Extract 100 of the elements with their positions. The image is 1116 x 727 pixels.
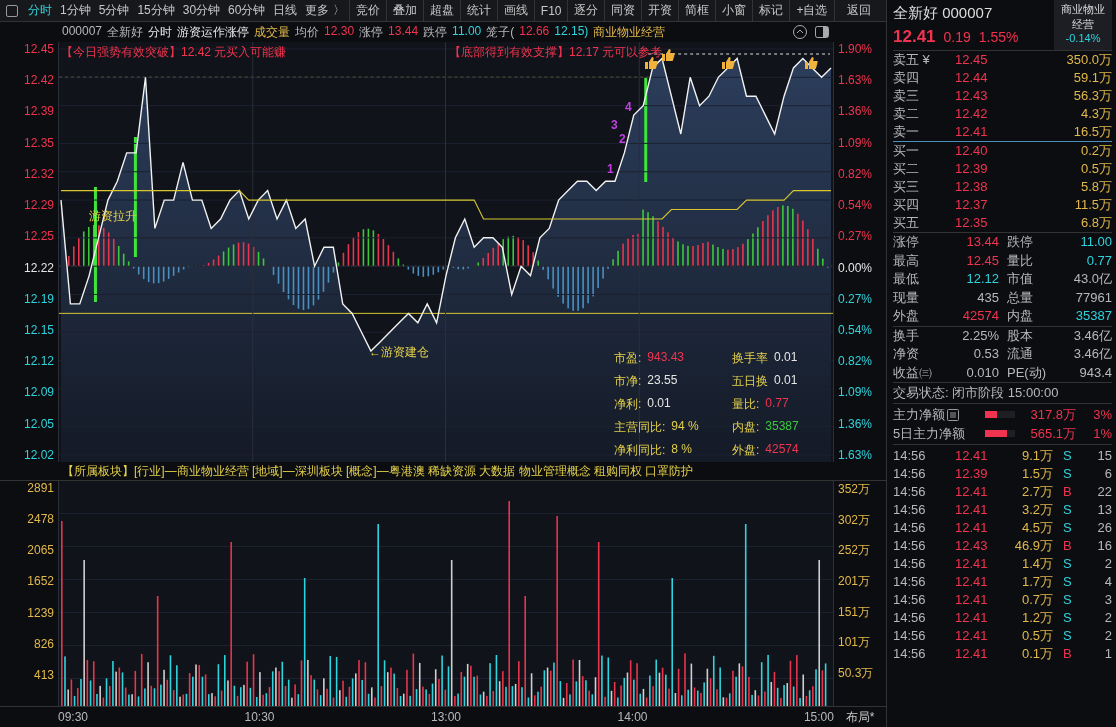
toolbar-button[interactable]: 标记 [752, 0, 790, 21]
stat-value: 11.00 [1079, 233, 1112, 251]
toolbar-button[interactable]: 画线 [496, 0, 534, 21]
toolbar-button[interactable]: +自选 [789, 0, 834, 21]
book-price: 12.40 [955, 142, 989, 160]
toolbar-button[interactable]: 逐分 [567, 0, 605, 21]
panel-toggle-icon[interactable] [6, 4, 18, 17]
trade-count: 4 [1103, 573, 1112, 591]
trade-time: 14:56 [893, 609, 927, 627]
percent-axis-label: 1.63% [838, 73, 873, 88]
book-price: 12.39 [955, 160, 989, 178]
trade-price: 12.41 [955, 573, 989, 591]
header-text: 涨停 [359, 23, 384, 41]
trade-side: S [1062, 519, 1073, 537]
info-label: 量比: [732, 396, 760, 413]
time-axis-label: 09:30 [58, 710, 89, 724]
toolbar-button[interactable]: 简框 [678, 0, 716, 21]
trade-count: 1 [1103, 645, 1112, 663]
flow-amount: 317.8万 [1029, 405, 1076, 424]
step-marker: 3 [611, 118, 618, 132]
period-tab[interactable]: 60分钟 [224, 0, 270, 21]
book-label: 卖二 [893, 105, 920, 123]
price-change: 0.19 [943, 29, 971, 45]
thumbs-up-icon [644, 56, 658, 70]
toolbar-button[interactable]: 叠加 [385, 0, 423, 21]
flow-label: 主力净额 [893, 405, 945, 424]
stat-value: 42574 [961, 307, 999, 325]
toolbar-button[interactable]: 返回 [833, 0, 883, 21]
stat-label: 总量 [1007, 288, 1034, 307]
period-tab[interactable]: 15分钟 [133, 0, 179, 21]
layout-button[interactable]: 布局* [834, 708, 886, 726]
book-volume: 56.3万 [1072, 87, 1112, 105]
trade-price: 12.41 [955, 501, 989, 519]
trade-time: 14:56 [893, 573, 927, 591]
toolbar-button[interactable]: 竞价 [348, 0, 386, 21]
stat-label: 股本 [1007, 326, 1034, 345]
book-label: 买一 [893, 142, 920, 160]
stat-value: 2.25% [961, 326, 999, 345]
trade-status: 交易状态: 闭市阶段 15:00:00 [893, 383, 1112, 404]
book-price: 12.45 [955, 51, 989, 69]
trade-volume: 0.5万 [1020, 627, 1053, 645]
book-label: 买四 [893, 196, 920, 214]
info-value: 42574 [765, 442, 799, 458]
trade-side: S [1062, 447, 1073, 465]
price-axis-label: 12.25 [23, 229, 54, 244]
price-axis-label: 12.09 [23, 385, 54, 400]
stat-value: 943.4 [1078, 363, 1112, 382]
trade-time: 14:56 [893, 447, 927, 465]
info-label: 净利同比: [614, 442, 666, 459]
stock-title: 全新好 000007 [893, 4, 994, 23]
volume-axis-label: 2478 [27, 512, 54, 527]
flow-label: 5日主力净额 [893, 424, 966, 443]
volume-axis-label: 413 [33, 667, 54, 682]
stat-value: 0.53 [972, 345, 999, 363]
stat-label: 现量 [893, 288, 920, 307]
period-tab[interactable]: 1分钟 [56, 0, 95, 21]
toolbar-button[interactable]: 开资 [641, 0, 679, 21]
period-tab[interactable]: 分时 [24, 0, 56, 21]
volume-axis-label: 201万 [838, 572, 871, 590]
stat-value: 35387 [1074, 307, 1112, 325]
trade-count: 2 [1103, 627, 1112, 645]
header-text: 11.00 [452, 23, 482, 40]
stat-label: 换手 [893, 326, 920, 345]
volume-axis-label: 2891 [27, 481, 54, 495]
price-axis-label: 12.45 [23, 42, 54, 56]
price-axis-label: 12.19 [23, 291, 54, 306]
trade-count: 6 [1103, 465, 1112, 483]
expand-icon[interactable] [792, 24, 808, 40]
header-text: 成交量 [254, 23, 291, 41]
trade-time: 14:56 [893, 465, 927, 483]
period-tab[interactable]: 5分钟 [94, 0, 134, 21]
toolbar-button[interactable]: 小窗 [715, 0, 753, 21]
info-value: 35387 [765, 419, 799, 435]
percent-change: 1.55% [978, 29, 1019, 45]
toolbar-button[interactable]: 超盘 [422, 0, 460, 21]
stat-value: 12.12 [965, 270, 999, 288]
price-axis-label: 12.22 [23, 260, 54, 275]
book-label: 卖四 [893, 69, 920, 87]
info-label: 净利: [614, 396, 642, 413]
period-tab[interactable]: 30分钟 [178, 0, 225, 21]
period-tab[interactable]: 日线 [269, 0, 302, 21]
price-axis-label: 12.29 [23, 198, 54, 213]
stat-label: PE(动) [1007, 363, 1047, 382]
sector-card[interactable]: 商业物业经营 -0.14% [1054, 0, 1112, 50]
trade-volume: 1.7万 [1020, 573, 1053, 591]
time-axis-label: 10:30 [244, 710, 275, 724]
percent-axis-label: 0.00% [838, 260, 873, 275]
toolbar-button[interactable]: F10 [533, 0, 568, 21]
period-tab[interactable]: 更多 〉 [301, 0, 349, 21]
book-price: 12.44 [955, 69, 989, 87]
stat-label: 内盘 [1007, 307, 1034, 325]
trade-count: 22 [1096, 483, 1112, 501]
toolbar-button[interactable]: 同资 [604, 0, 642, 21]
header-text: 跌停 [423, 23, 448, 41]
percent-axis-label: 1.09% [838, 135, 873, 150]
panel-toggle-icon[interactable] [814, 24, 830, 40]
toolbar-button[interactable]: 统计 [459, 0, 497, 21]
time-axis-label: 14:00 [617, 710, 648, 724]
signal-text: 【底部得到有效支撑】12.17 元可以参考 [449, 44, 663, 61]
book-volume: 59.1万 [1072, 69, 1112, 87]
